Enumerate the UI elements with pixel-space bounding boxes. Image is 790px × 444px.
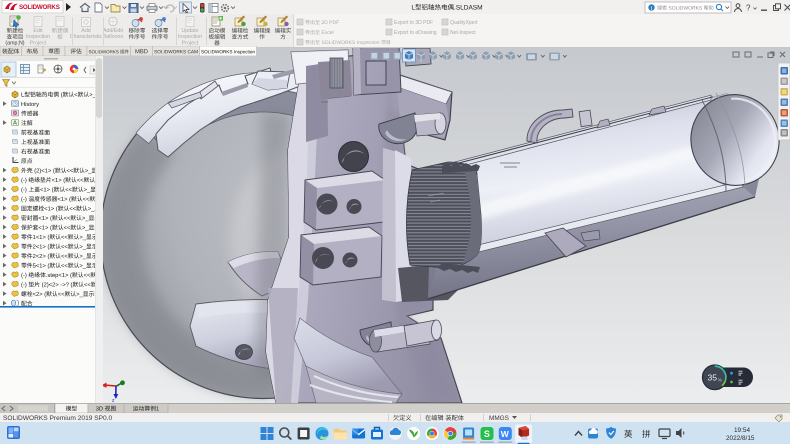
svg-text:SOLIDWORKS Premium 2019 SP0.0: SOLIDWORKS Premium 2019 SP0.0 [3, 415, 113, 422]
svg-text:S: S [484, 429, 490, 439]
svg-text:19:54: 19:54 [734, 427, 750, 434]
svg-text:Add/Edit: Add/Edit [103, 28, 124, 34]
svg-text:?: ? [746, 4, 751, 13]
svg-text:Characteristic: Characteristic [70, 34, 103, 40]
svg-text:W: W [501, 429, 510, 439]
svg-text:QualityXpert: QualityXpert [450, 20, 478, 26]
svg-text:Update: Update [181, 28, 198, 34]
svg-text:Net-Inspect: Net-Inspect [450, 30, 476, 36]
svg-text:%: % [718, 378, 722, 383]
svg-text:35: 35 [708, 373, 718, 383]
svg-text:2022/8/15: 2022/8/15 [726, 435, 755, 442]
svg-text:SOLIDWORKS: SOLIDWORKS [19, 4, 60, 11]
svg-text:Inspection: Inspection [26, 34, 50, 40]
svg-text:Balloons: Balloons [103, 34, 124, 40]
svg-text:Edit: Edit [33, 28, 43, 34]
svg-text:Export to eDrawing: Export to eDrawing [394, 30, 437, 36]
svg-text:MMGS: MMGS [489, 415, 509, 422]
svg-text:Export to 3D PDF: Export to 3D PDF [394, 20, 433, 26]
svg-text:Add: Add [81, 28, 90, 34]
svg-text:Inspection: Inspection [178, 34, 202, 40]
